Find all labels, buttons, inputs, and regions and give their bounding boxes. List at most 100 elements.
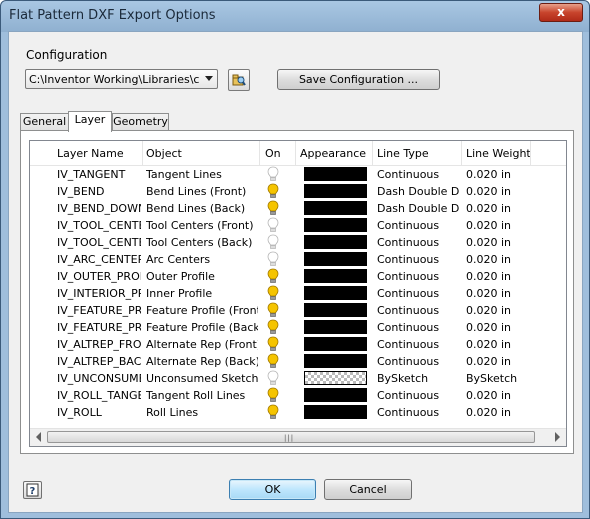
column-divider[interactable] [295, 141, 296, 165]
line-weight-cell[interactable]: 0.020 in [466, 338, 530, 351]
table-row[interactable]: IV_TANGENT Tangent Lines Continuous 0.020 i… [30, 166, 566, 183]
help-button[interactable]: ? [23, 481, 42, 499]
layer-name-cell[interactable]: IV_ARC_CENTERS [57, 253, 141, 266]
column-divider[interactable] [372, 141, 373, 165]
line-type-cell[interactable]: Continuous [377, 338, 460, 351]
browse-button[interactable] [228, 69, 250, 91]
scroll-left-icon[interactable] [36, 432, 41, 442]
line-type-cell[interactable]: BySketch [377, 372, 460, 385]
column-header-layer-name[interactable]: Layer Name [57, 147, 124, 160]
table-row[interactable]: IV_ALTREP_BACK Alternate Rep (Back) Contin… [30, 353, 566, 370]
scroll-right-icon[interactable] [555, 432, 560, 442]
ok-button[interactable]: OK [229, 479, 316, 500]
close-button[interactable]: x [539, 3, 583, 22]
line-weight-cell[interactable]: 0.020 in [466, 406, 530, 419]
column-divider[interactable] [142, 141, 143, 165]
appearance-swatch[interactable] [304, 184, 367, 198]
layer-name-cell[interactable]: IV_FEATURE_PROFILES_DOWN [57, 321, 141, 334]
cancel-button[interactable]: Cancel [324, 479, 412, 500]
column-header-line-type[interactable]: Line Type [377, 147, 429, 160]
layer-name-cell[interactable]: IV_FEATURE_PROFILES [57, 304, 141, 317]
appearance-swatch[interactable] [304, 337, 367, 351]
save-configuration-button[interactable]: Save Configuration ... [277, 69, 440, 90]
appearance-swatch[interactable] [304, 201, 367, 215]
layer-name-cell[interactable]: IV_ALTREP_BACK [57, 355, 141, 368]
scrollbar-thumb[interactable]: ||| [47, 431, 535, 443]
line-type-cell[interactable]: Dash Double Dot [377, 202, 460, 215]
table-row[interactable]: IV_FEATURE_PROFILES_DOWN Feature Profile … [30, 319, 566, 336]
layer-name-cell[interactable]: IV_BEND_DOWN [57, 202, 141, 215]
column-header-object[interactable]: Object [146, 147, 182, 160]
table-row[interactable]: IV_FEATURE_PROFILES Feature Profile (Fron… [30, 302, 566, 319]
tab-layer[interactable]: Layer [68, 111, 112, 132]
column-divider[interactable] [259, 141, 260, 165]
line-type-cell[interactable]: Continuous [377, 168, 460, 181]
line-weight-cell[interactable]: 0.020 in [466, 355, 530, 368]
appearance-swatch[interactable] [304, 235, 367, 249]
line-type-cell[interactable]: Continuous [377, 219, 460, 232]
line-weight-cell[interactable]: 0.020 in [466, 389, 530, 402]
table-row[interactable]: IV_ARC_CENTERS Arc Centers Continuous 0.020… [30, 251, 566, 268]
line-weight-cell[interactable]: 0.020 in [466, 253, 530, 266]
appearance-swatch[interactable] [304, 320, 367, 334]
line-type-cell[interactable]: Continuous [377, 304, 460, 317]
table-row[interactable]: IV_ROLL Roll Lines Continuous 0.020 in [30, 404, 566, 421]
column-divider[interactable] [530, 141, 531, 165]
column-header-on[interactable]: On [265, 147, 281, 160]
layer-name-cell[interactable]: IV_TOOL_CENTER_DOWN [57, 236, 141, 249]
layer-name-cell[interactable]: IV_BEND [57, 185, 141, 198]
line-type-cell[interactable]: Continuous [377, 253, 460, 266]
appearance-swatch[interactable] [304, 388, 367, 402]
appearance-swatch[interactable] [304, 354, 367, 368]
line-weight-cell[interactable]: 0.020 in [466, 270, 530, 283]
column-divider[interactable] [461, 141, 462, 165]
layer-name-cell[interactable]: IV_TOOL_CENTER [57, 219, 141, 232]
line-type-cell[interactable]: Continuous [377, 406, 460, 419]
line-type-cell[interactable]: Continuous [377, 287, 460, 300]
table-row[interactable]: IV_UNCONSUMED_SKETCHES Unconsumed Sketche… [30, 370, 566, 387]
appearance-swatch[interactable] [304, 167, 367, 181]
appearance-swatch[interactable] [304, 269, 367, 283]
layer-name-cell[interactable]: IV_INTERIOR_PROFILES [57, 287, 141, 300]
line-weight-cell[interactable]: 0.020 in [466, 236, 530, 249]
layer-name-cell[interactable]: IV_TANGENT [57, 168, 141, 181]
line-weight-cell[interactable]: 0.020 in [466, 321, 530, 334]
line-weight-cell[interactable]: 0.020 in [466, 304, 530, 317]
line-weight-cell[interactable]: 0.020 in [466, 219, 530, 232]
layer-name-cell[interactable]: IV_OUTER_PROFILE [57, 270, 141, 283]
line-weight-cell[interactable]: BySketch [466, 372, 530, 385]
line-type-cell[interactable]: Continuous [377, 270, 460, 283]
appearance-swatch[interactable] [304, 405, 367, 419]
appearance-swatch[interactable] [304, 252, 367, 266]
configuration-dropdown[interactable]: C:\Inventor Working\Libraries\confi [25, 69, 218, 89]
column-header-line-weight[interactable]: Line Weight [466, 147, 531, 160]
layer-name-cell[interactable]: IV_ROLL [57, 406, 141, 419]
tab-geometry[interactable]: Geometry [112, 113, 169, 131]
layer-list[interactable]: Layer Name Object On Appearance Line Typ… [29, 140, 567, 447]
table-row[interactable]: IV_TOOL_CENTER Tool Centers (Front) Contin… [30, 217, 566, 234]
title-bar[interactable]: Flat Pattern DXF Export Options x [1, 1, 589, 31]
appearance-swatch[interactable] [304, 286, 367, 300]
table-row[interactable]: IV_BEND_DOWN Bend Lines (Back) Dash Double… [30, 200, 566, 217]
appearance-swatch[interactable] [304, 371, 367, 385]
line-weight-cell[interactable]: 0.020 in [466, 202, 530, 215]
table-row[interactable]: IV_ALTREP_FRONT Alternate Rep (Front) Cont… [30, 336, 566, 353]
table-row[interactable]: IV_TOOL_CENTER_DOWN Tool Centers (Back) Co… [30, 234, 566, 251]
line-type-cell[interactable]: Continuous [377, 321, 460, 334]
line-weight-cell[interactable]: 0.020 in [466, 287, 530, 300]
layer-name-cell[interactable]: IV_ALTREP_FRONT [57, 338, 141, 351]
line-type-cell[interactable]: Dash Double Dot [377, 185, 460, 198]
layer-name-cell[interactable]: IV_UNCONSUMED_SKETCHES [57, 372, 141, 385]
line-type-cell[interactable]: Continuous [377, 389, 460, 402]
line-weight-cell[interactable]: 0.020 in [466, 168, 530, 181]
appearance-swatch[interactable] [304, 303, 367, 317]
table-row[interactable]: IV_BEND Bend Lines (Front) Dash Double Dot… [30, 183, 566, 200]
appearance-swatch[interactable] [304, 218, 367, 232]
table-row[interactable]: IV_INTERIOR_PROFILES Inner Profile Continu… [30, 285, 566, 302]
tab-general[interactable]: General [20, 113, 69, 131]
line-weight-cell[interactable]: 0.020 in [466, 185, 530, 198]
horizontal-scrollbar[interactable]: ||| [30, 428, 566, 446]
lightbulb-on-icon[interactable] [267, 404, 279, 423]
line-type-cell[interactable]: Continuous [377, 355, 460, 368]
layer-name-cell[interactable]: IV_ROLL_TANGENT [57, 389, 141, 402]
